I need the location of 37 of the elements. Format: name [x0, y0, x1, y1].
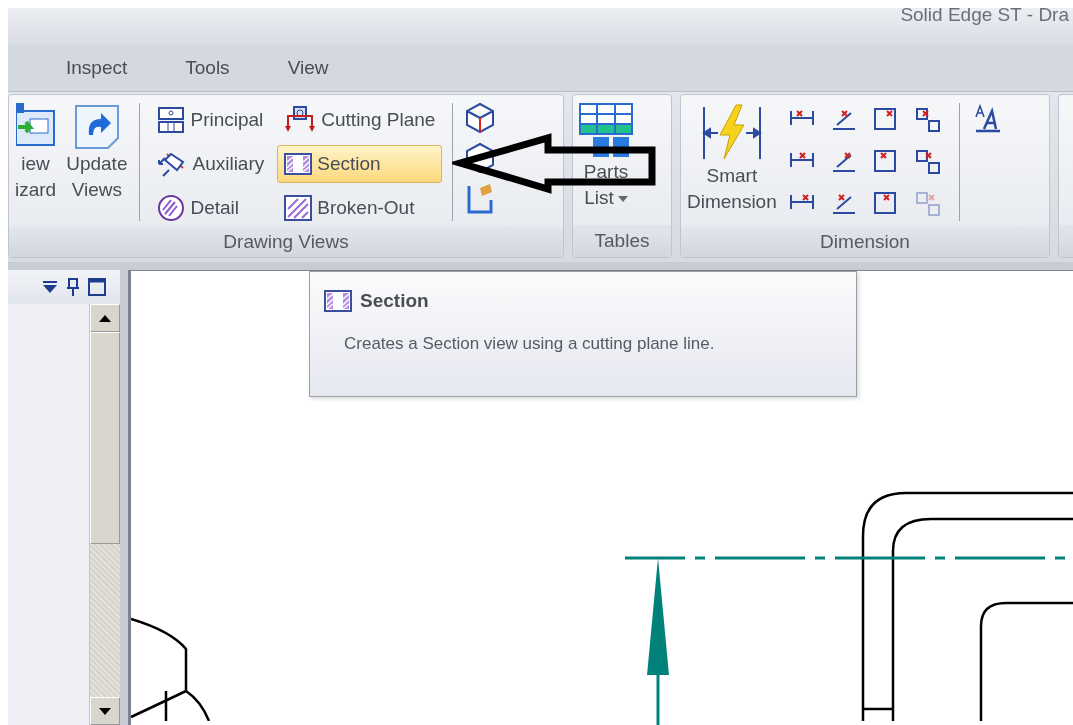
ribbon-command[interactable]: Detail	[150, 189, 272, 227]
detail-view-icon	[157, 194, 186, 222]
down-arrow-icon	[99, 707, 111, 715]
ribbon-command[interactable]: Principal	[150, 101, 272, 139]
maximize-icon[interactable]	[88, 278, 106, 296]
ribbon-tab[interactable]: Inspect	[48, 53, 146, 83]
scrollbar[interactable]	[89, 304, 120, 725]
ribbon-tab[interactable]: View	[269, 53, 347, 83]
tooltip-description: Creates a Section view using a cutting plane line.	[344, 334, 716, 354]
ribbon-button[interactable]: Parts List	[577, 101, 635, 225]
window-title: Solid Edge ST - Dra	[900, 8, 1069, 26]
ribbon-command[interactable]: Section	[277, 145, 443, 183]
scroll-down-button[interactable]	[90, 697, 120, 725]
group-label: Tables	[573, 225, 671, 257]
up-arrow-icon	[99, 314, 111, 322]
ribbon-button[interactable]: iew izard	[13, 101, 59, 227]
tooltip-title: Section	[360, 290, 429, 312]
principal-view-icon	[157, 106, 186, 134]
table-icon	[579, 103, 633, 159]
update-views-icon	[72, 103, 121, 151]
ribbon-command[interactable]: Cutting Plane	[277, 101, 443, 139]
ribbon-command[interactable]: Auxiliary	[150, 145, 272, 183]
ribbon-command[interactable]: Broken-Out	[277, 189, 443, 227]
scroll-thumb[interactable]	[90, 332, 120, 544]
pin-icon[interactable]	[66, 278, 80, 296]
hatched-square-icon	[284, 195, 313, 221]
ribbon-tab[interactable]: Tools	[167, 53, 248, 83]
section-icon	[284, 153, 313, 175]
caret-icon	[617, 196, 628, 202]
smart-dimension-button[interactable]: Smart Dimension	[685, 101, 779, 227]
section-icon	[324, 290, 352, 312]
cutting-plane-icon	[284, 106, 317, 134]
group-label: Drawing Views	[9, 227, 563, 257]
group-label: Dimension	[681, 227, 1049, 257]
scroll-up-button[interactable]	[90, 304, 120, 332]
dropdown-icon[interactable]	[42, 279, 58, 295]
ribbon-button[interactable]: Update Views	[64, 101, 130, 227]
